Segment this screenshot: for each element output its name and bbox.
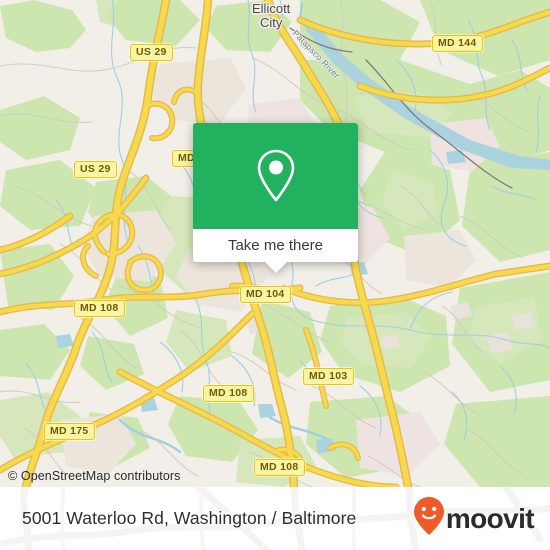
road-shield-md-108-south[interactable]: MD 108 bbox=[254, 459, 305, 476]
moovit-smiley-pin-icon bbox=[413, 496, 445, 541]
road-shield-us-29-west[interactable]: US 29 bbox=[74, 161, 117, 178]
map-screenshot: .park{fill:#cde5af;} .park2{fill:#d6e8bb… bbox=[0, 0, 550, 550]
location-popup-card[interactable]: Take me there bbox=[193, 123, 358, 273]
popup-icon-panel bbox=[193, 123, 358, 229]
road-shield-md-144[interactable]: MD 144 bbox=[432, 35, 483, 52]
road-shield-md-108-center[interactable]: MD 108 bbox=[203, 385, 254, 402]
road-shield-md-175[interactable]: MD 175 bbox=[44, 423, 95, 440]
moovit-wordmark: moovit bbox=[445, 502, 535, 534]
location-pin-icon bbox=[255, 148, 297, 204]
footer-content-row: 5001 Waterloo Rd, Washington / Baltimore… bbox=[0, 487, 550, 550]
road-shield-md-103[interactable]: MD 103 bbox=[303, 368, 354, 385]
popup-pointer-tail bbox=[264, 262, 287, 273]
road-shield-md-108-west[interactable]: MD 108 bbox=[74, 300, 125, 317]
take-me-there-button[interactable]: Take me there bbox=[193, 229, 358, 262]
map-attribution: © OpenStreetMap contributors bbox=[8, 469, 181, 483]
moovit-logo[interactable]: moovit bbox=[413, 496, 535, 541]
footer-address-text: 5001 Waterloo Rd, Washington / Baltimore bbox=[22, 508, 357, 528]
road-shield-us-29-north[interactable]: US 29 bbox=[130, 44, 173, 61]
road-shield-md-104[interactable]: MD 104 bbox=[240, 286, 291, 303]
footer-bar: 5001 Waterloo Rd, Washington / Baltimore… bbox=[0, 487, 550, 550]
